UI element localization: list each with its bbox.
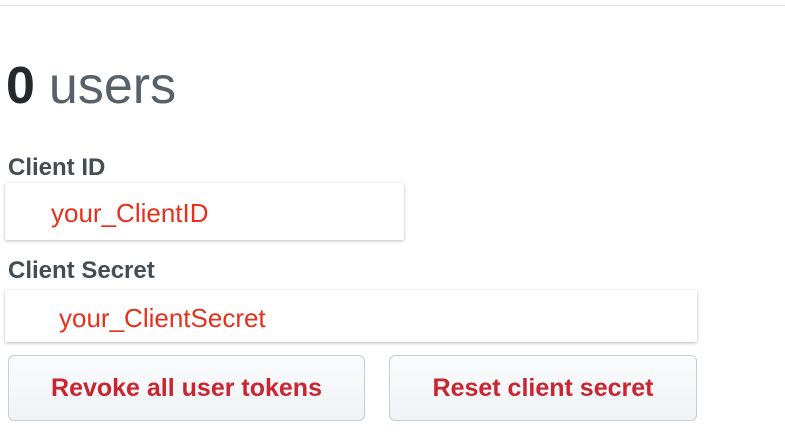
client-secret-label: Client Secret (8, 257, 155, 284)
users-count: 0 (6, 57, 35, 115)
client-secret-value[interactable]: your_ClientSecret (5, 290, 697, 342)
users-count-heading: 0 users (6, 54, 176, 118)
revoke-all-user-tokens-button[interactable]: Revoke all user tokens (8, 355, 365, 421)
users-label: users (48, 57, 177, 115)
top-divider (0, 5, 785, 6)
reset-client-secret-button[interactable]: Reset client secret (389, 355, 697, 421)
client-id-label: Client ID (8, 154, 106, 181)
client-id-value[interactable]: your_ClientID (5, 183, 404, 240)
